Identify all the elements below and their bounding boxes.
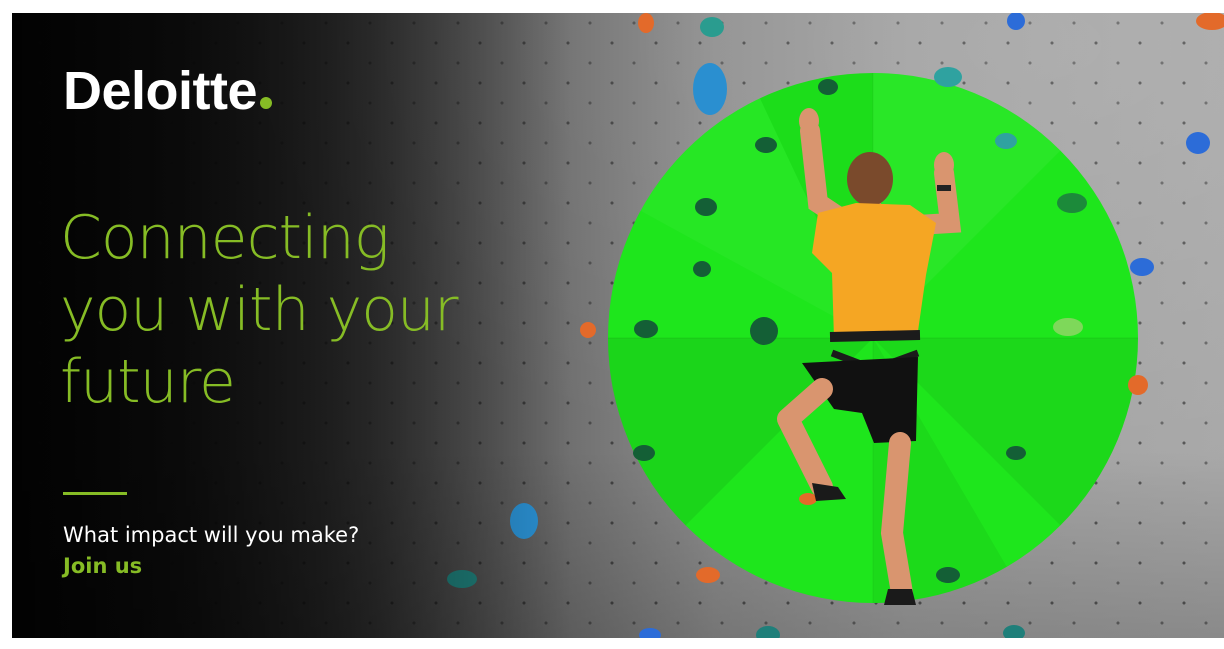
- join-us-link[interactable]: Join us: [63, 554, 142, 578]
- headline-line-3: future: [60, 347, 236, 417]
- logo-green-dot: [260, 97, 273, 109]
- headline-line-2: you with your: [60, 275, 459, 345]
- logo-wordmark: Deloitte: [63, 61, 258, 121]
- headline: Connecting you with your future: [60, 202, 530, 418]
- divider-rule: [63, 492, 127, 495]
- tagline: What impact will you make?: [63, 523, 360, 547]
- deloitte-logo: Deloitte: [63, 61, 273, 121]
- headline-line-1: Connecting: [60, 203, 390, 273]
